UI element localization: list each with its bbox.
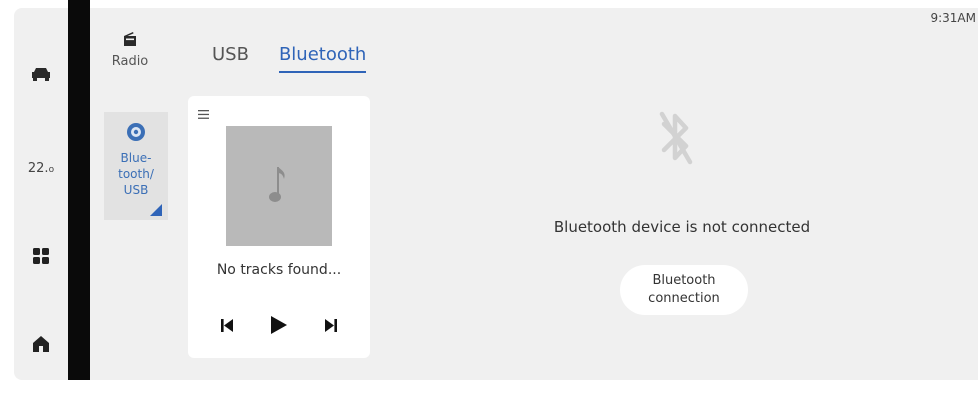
home-icon [33,336,49,352]
play-icon [271,316,287,334]
source-radio[interactable]: Radio [100,30,160,69]
expand-corner-indicator [150,204,162,216]
apps-button[interactable] [14,244,68,268]
clock: 9:31AM [930,11,976,25]
screen-divider [68,0,90,393]
car-icon [32,68,50,81]
menu-icon [198,110,209,119]
tab-usb[interactable]: USB [212,44,249,73]
tab-bluetooth[interactable]: Bluetooth [278,44,367,73]
bluetooth-disabled-icon [659,111,693,165]
play-button[interactable] [271,316,287,334]
source-list: Radio Blue- tooth/ USB [90,8,168,380]
previous-track-button[interactable] [221,318,233,332]
screen-bezel-left [0,0,14,393]
bluetooth-status-indicator [658,108,694,172]
playback-controls [188,316,370,334]
next-track-button[interactable] [325,318,337,332]
bt-connect-line-2: connection [648,291,720,306]
media-tabs: USB Bluetooth [212,44,367,73]
playlist-menu-button[interactable] [198,104,209,123]
source-radio-label: Radio [111,54,149,69]
car-button[interactable] [14,62,68,86]
next-track-icon [325,318,337,332]
climate-temperature-button[interactable]: 22. o [14,156,68,180]
left-rail: 22. o [14,8,68,380]
bluetooth-usb-disc-icon [127,123,145,141]
media-screen: 9:31AM Radio Blue- tooth/ USB USB Blueto… [90,8,978,380]
apps-grid-icon [33,248,49,264]
bluetooth-not-connected-message: Bluetooth device is not connected [553,218,811,236]
previous-track-icon [221,318,233,332]
radio-icon [124,32,136,46]
bluetooth-connection-button[interactable]: Bluetooth connection [620,265,748,315]
source-bt-line-3: USB [123,183,149,197]
album-art-placeholder [226,126,332,246]
player-card: No tracks found... [188,96,370,358]
source-bt-line-2: tooth/ [118,167,154,181]
no-tracks-message: No tracks found... [216,262,342,278]
source-bt-line-1: Blue- [120,151,152,165]
temperature-value: 22. [27,160,49,176]
screen-bezel-bottom [0,380,978,393]
temperature-unit: o [48,165,55,175]
source-bluetooth-usb-label: Blue- tooth/ USB [104,150,168,198]
music-note-icon [269,167,285,202]
bt-connect-line-1: Bluetooth [652,273,716,288]
home-button[interactable] [14,332,68,356]
source-bluetooth-usb[interactable]: Blue- tooth/ USB [104,112,168,220]
